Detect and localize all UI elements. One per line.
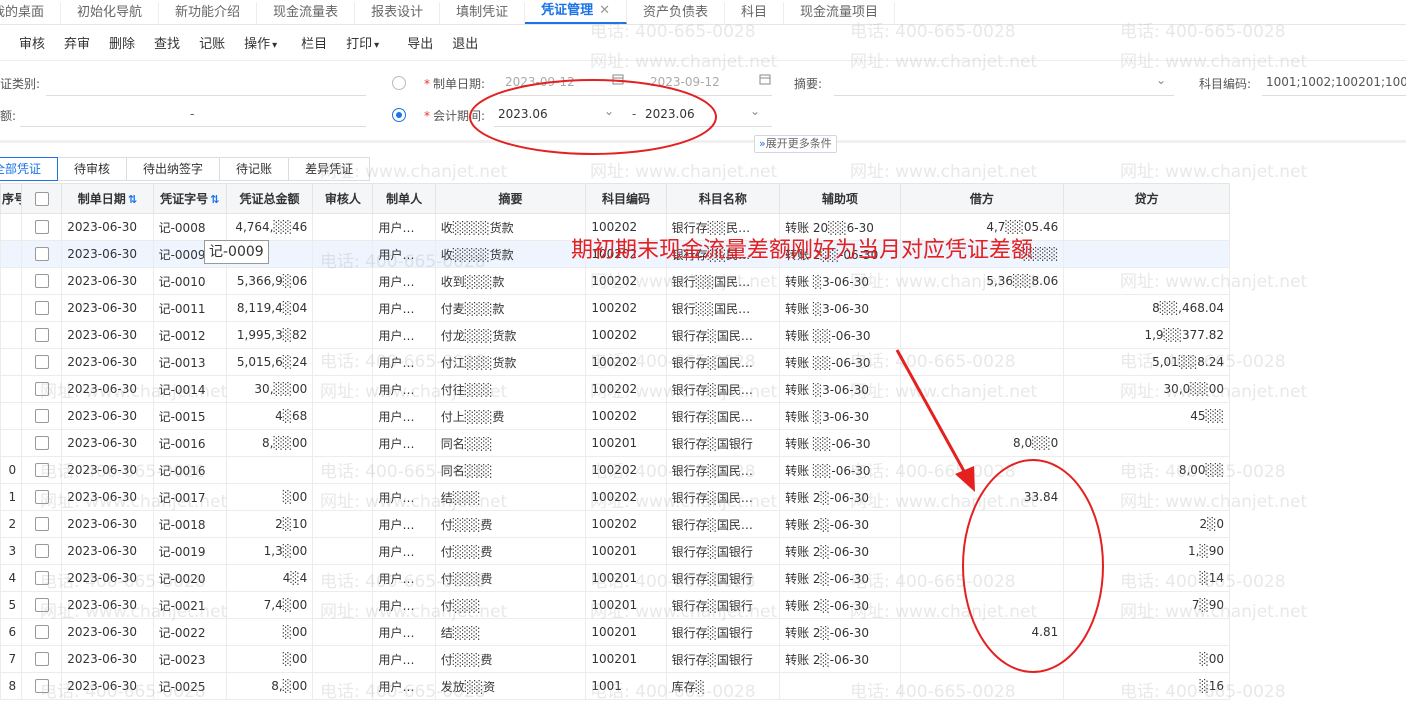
debit-highlight-ellipse bbox=[962, 459, 1104, 673]
period-highlight-ellipse bbox=[469, 79, 717, 155]
arrow-head-icon bbox=[955, 466, 975, 492]
annotation-arrow bbox=[895, 349, 967, 474]
annotation-overlay bbox=[469, 79, 1104, 673]
annotation-text: 期初期末现金流量差额刚好为当月对应凭证差额 bbox=[571, 238, 1034, 263]
